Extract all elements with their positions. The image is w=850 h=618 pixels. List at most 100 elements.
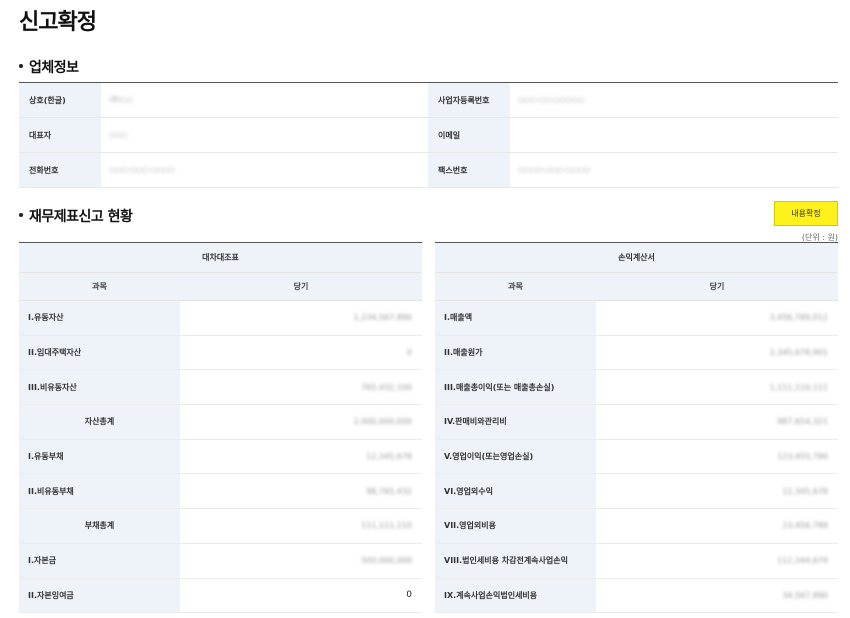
phone-text: ○○○-○○○-○○○○ <box>109 166 176 174</box>
row-value: 123,455,790 <box>777 452 828 462</box>
row-value: 1,111,110,111 <box>769 382 828 392</box>
subject-column-header: 과목 <box>92 282 107 291</box>
fax-value: ○○○○-○○○-○○○○ <box>510 153 837 187</box>
row-value: 987,654,321 <box>777 417 828 427</box>
row-value-cell: 112,344,679 <box>596 544 838 578</box>
row-subject: IX.계속사업손익법인세비용 <box>435 578 596 613</box>
current-period-column-header: 당기 <box>293 282 309 291</box>
income-statement-caption: 손익계산서 <box>435 243 838 273</box>
balance-sheet-header: 과목 당기 <box>19 273 422 301</box>
row-value: 1,234,567,890 <box>353 313 412 323</box>
row-value: 12,345,678 <box>782 486 828 496</box>
row-subject: VIII.법인세비용 차감전계속사업손익 <box>435 543 596 578</box>
table-row: VI.영업외수익 12,345,678 <box>435 474 838 510</box>
row-subject: II.비유동부채 <box>19 474 180 509</box>
balance-sheet-table: 대차대조표 과목 당기 I.유동자산 1,234,567,890 II.임대주택자산… <box>19 242 422 614</box>
row-subject: III.비유동자산 <box>19 370 180 405</box>
row-value-cell: 0 <box>180 579 422 613</box>
financial-title-text: 재무제표신고 현황 <box>29 209 133 225</box>
table-row: I.매출액 3,456,789,012 <box>435 301 838 336</box>
ceo-value: ○○○ <box>101 118 428 152</box>
table-row: VIII.법인세비용 차감전계속사업손익 112,344,679 <box>435 543 838 579</box>
row-value: 111,111,110 <box>361 521 412 531</box>
row-subject: IV.판매비와관리비 <box>435 405 596 439</box>
page-title: 신고확정 <box>19 10 97 35</box>
income-statement-header: 과목 당기 <box>435 273 838 301</box>
row-subject: VII.영업외비용 <box>435 509 596 543</box>
row-subject: I.매출액 <box>435 301 596 335</box>
company-info-section-title: 업체정보 <box>19 57 79 77</box>
email-label: 이메일 <box>428 118 510 152</box>
company-info-row: 상호(한글) (주)○○ 사업자등록번호 ○○○-○○-○○○○○ <box>19 83 838 118</box>
row-subject: I.유동자산 <box>19 301 180 335</box>
row-value: 12,345,678 <box>366 452 412 462</box>
table-row: II.비유동부채 98,765,432 <box>19 474 422 510</box>
row-subject: 자산총계 <box>19 405 180 439</box>
business-number-value: ○○○-○○-○○○○○ <box>510 83 837 117</box>
row-value-cell: 2,345,678,901 <box>596 336 838 370</box>
ceo-text: ○○○ <box>109 131 128 139</box>
company-name-value: (주)○○ <box>101 83 428 117</box>
phone-label: 전화번호 <box>19 153 101 187</box>
row-subject: I.자본금 <box>19 543 180 578</box>
table-row: III.비유동자산 765,432,100 <box>19 370 422 406</box>
confirm-content-button[interactable]: 내용확정 <box>774 201 838 226</box>
row-value: 23,456,789 <box>782 521 828 531</box>
company-info-row: 전화번호 ○○○-○○○-○○○○ 팩스번호 ○○○○-○○○-○○○○ <box>19 153 838 188</box>
table-row: IV.판매비와관리비 987,654,321 <box>435 405 838 440</box>
row-subject: V.영업이익(또는영업손실) <box>435 439 596 474</box>
table-row: VII.영업외비용 23,456,789 <box>435 509 838 544</box>
row-subject: II.매출원가 <box>435 335 596 370</box>
balance-sheet-caption: 대차대조표 <box>19 243 422 273</box>
table-row: II.매출원가 2,345,678,901 <box>435 335 838 371</box>
table-row: 자산총계 2,000,000,000 <box>19 405 422 440</box>
row-value: 0 <box>406 590 412 601</box>
table-row: 부채총계 111,111,110 <box>19 509 422 544</box>
table-row: II.자본잉여금 0 <box>19 578 422 614</box>
row-value-cell: 98,765,432 <box>180 474 422 508</box>
table-row: V.영업이익(또는영업손실) 123,455,790 <box>435 439 838 475</box>
subject-column-header: 과목 <box>508 282 523 291</box>
company-name-label: 상호(한글) <box>19 83 101 117</box>
row-value: 3,456,789,012 <box>769 313 828 323</box>
row-value-cell: 3,456,789,012 <box>596 301 838 335</box>
row-value-cell: 34,567,890 <box>596 579 838 613</box>
row-value: 2,345,678,901 <box>769 348 828 358</box>
row-subject: VI.영업외수익 <box>435 474 596 509</box>
row-value: 2,000,000,000 <box>353 417 412 427</box>
row-value-cell: 23,456,789 <box>596 509 838 543</box>
income-statement-table: 손익계산서 과목 당기 I.매출액 3,456,789,012 II.매출원가 2,3… <box>435 242 838 614</box>
row-value-cell: 2,000,000,000 <box>180 405 422 439</box>
business-number-label: 사업자등록번호 <box>428 83 510 117</box>
fax-label: 팩스번호 <box>428 153 510 187</box>
row-value-cell: 12,345,678 <box>180 440 422 474</box>
row-value: 500,000,000 <box>361 556 412 566</box>
current-period-column-header: 당기 <box>709 282 725 291</box>
row-value-cell: 765,432,100 <box>180 370 422 404</box>
row-value: 112,344,679 <box>777 556 828 566</box>
bullet-icon <box>19 64 23 68</box>
row-value: 0 <box>406 348 412 358</box>
company-info-table: 상호(한글) (주)○○ 사업자등록번호 ○○○-○○-○○○○○ 대표자 ○○… <box>19 82 838 188</box>
financial-section-title: 재무제표신고 현황 <box>19 206 133 226</box>
table-row: III.매출총이익(또는 매출총손실) 1,111,110,111 <box>435 370 838 406</box>
row-value-cell: 1,111,110,111 <box>596 370 838 404</box>
row-value-cell: 123,455,790 <box>596 440 838 474</box>
row-value-cell: 1,234,567,890 <box>180 301 422 335</box>
table-row: I.유동부채 12,345,678 <box>19 439 422 475</box>
table-row: II.임대주택자산 0 <box>19 335 422 371</box>
table-row: I.자본금 500,000,000 <box>19 543 422 579</box>
row-value-cell: 12,345,678 <box>596 474 838 508</box>
row-subject: II.자본잉여금 <box>19 578 180 613</box>
row-value-cell: 500,000,000 <box>180 544 422 578</box>
row-value-cell: 987,654,321 <box>596 405 838 439</box>
row-value-cell: 111,111,110 <box>180 509 422 543</box>
row-value-cell: 0 <box>180 336 422 370</box>
business-number-text: ○○○-○○-○○○○○ <box>518 96 585 104</box>
email-value <box>510 118 837 152</box>
row-value: 34,567,890 <box>782 590 828 600</box>
company-info-row: 대표자 ○○○ 이메일 <box>19 118 838 153</box>
row-subject: 부채총계 <box>19 509 180 543</box>
company-info-title-text: 업체정보 <box>29 60 79 76</box>
row-value: 98,765,432 <box>366 486 412 496</box>
